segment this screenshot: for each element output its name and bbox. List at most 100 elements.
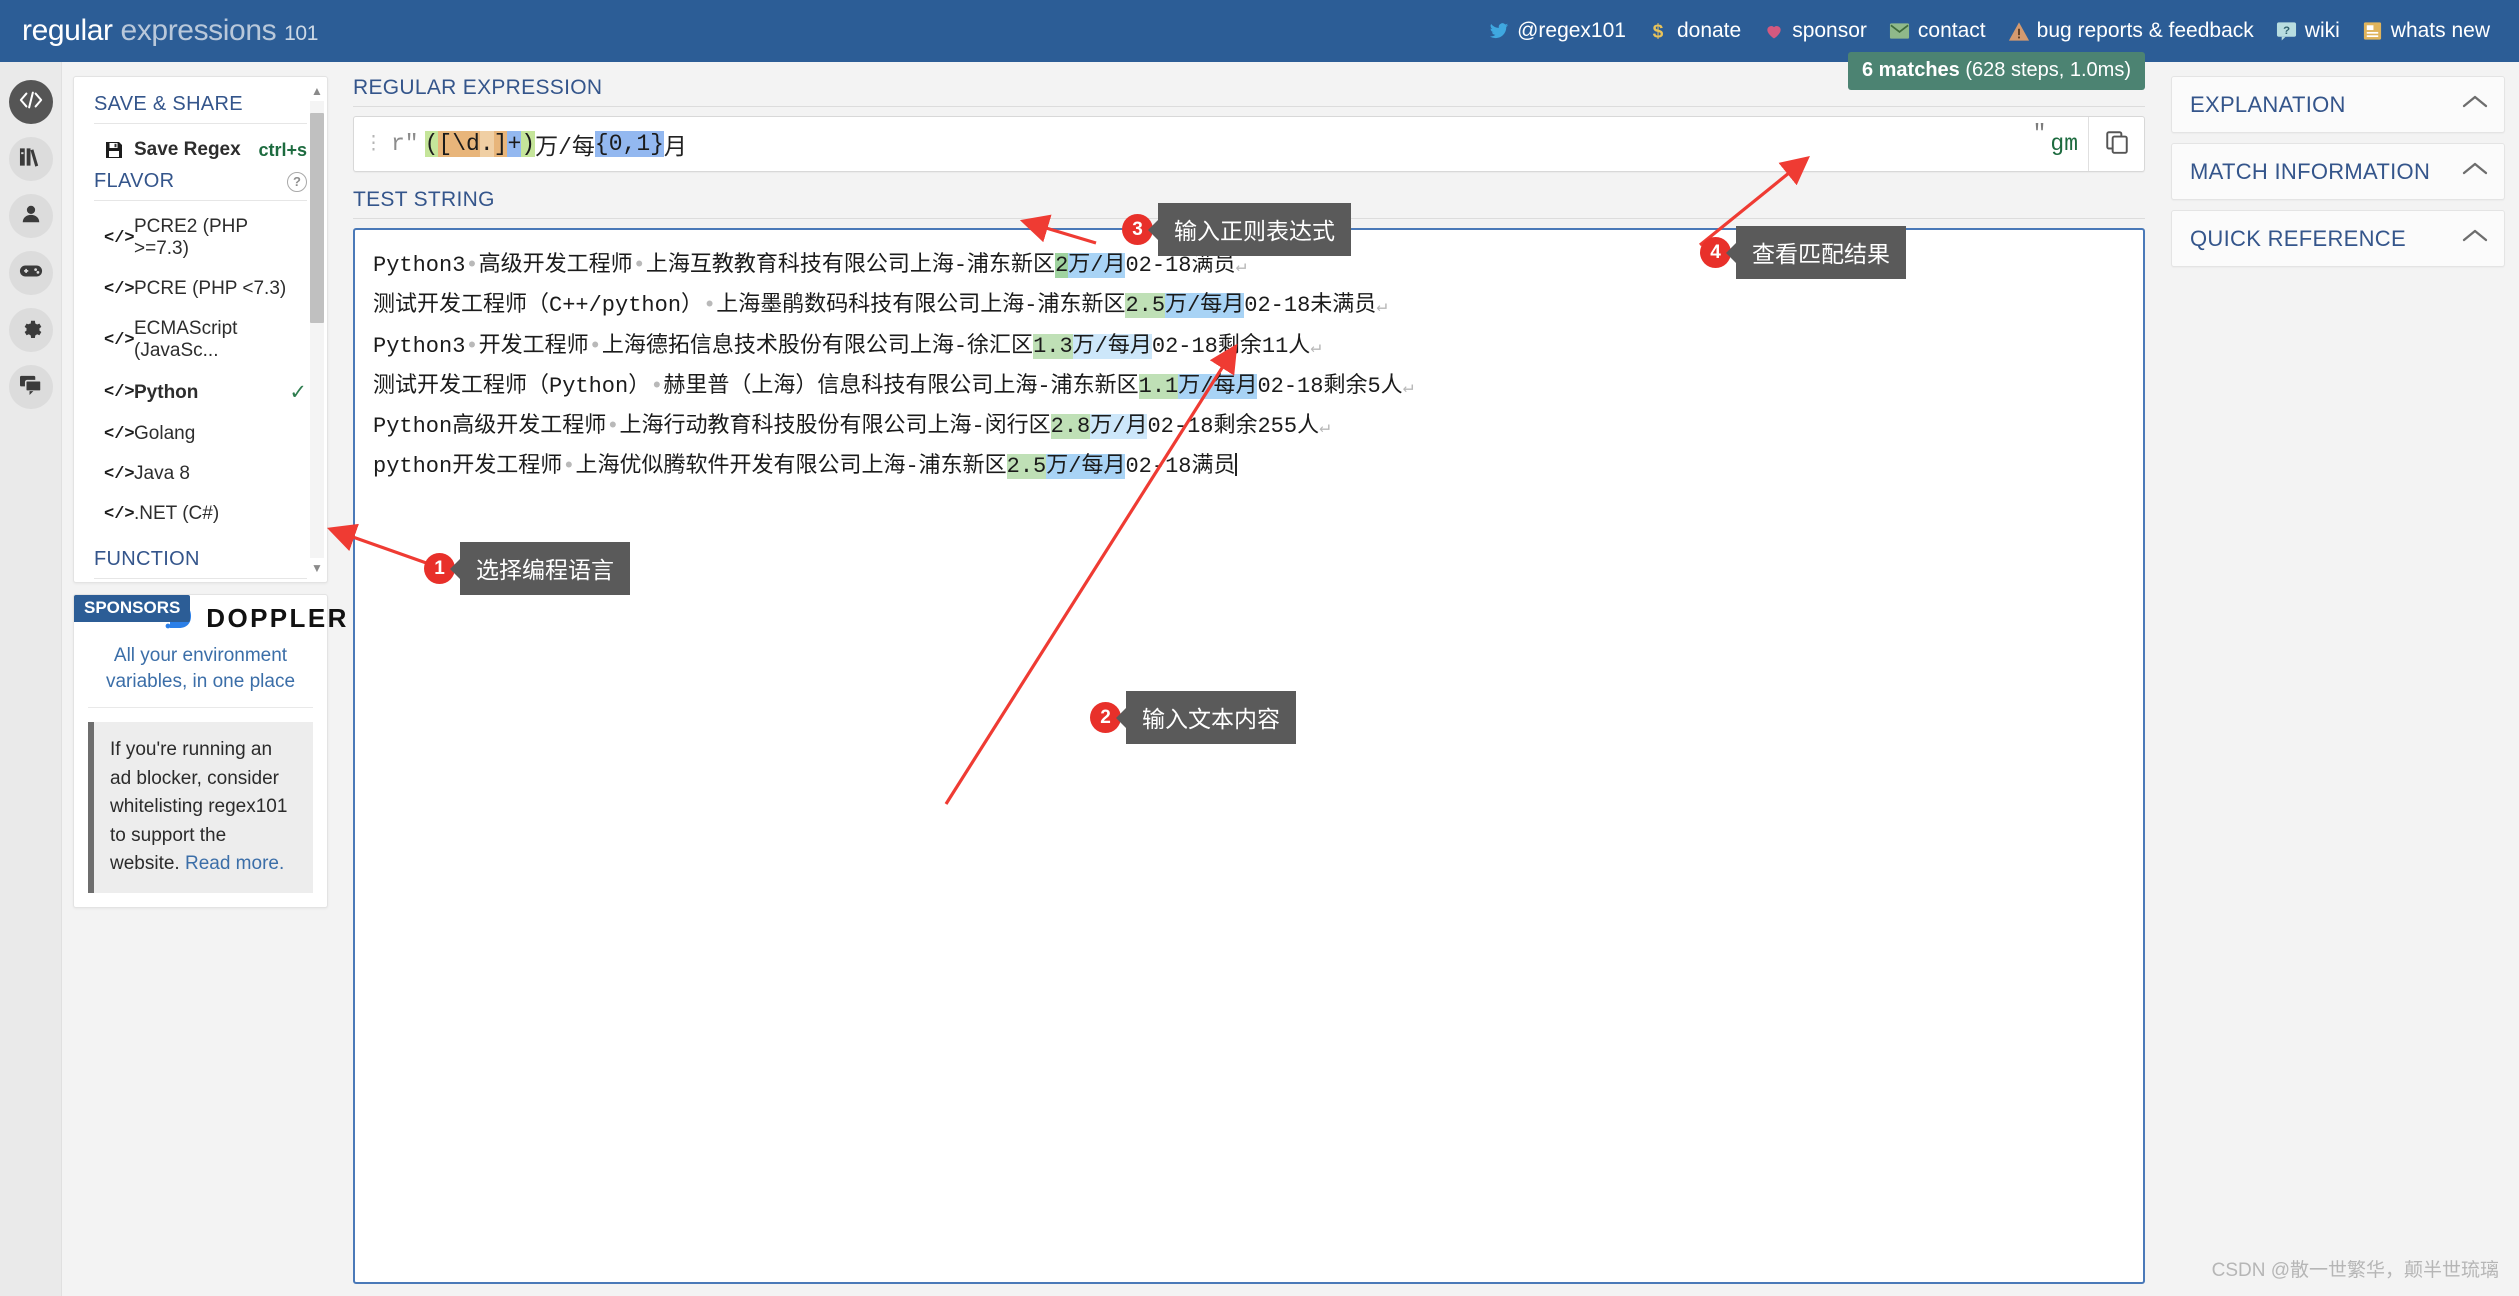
line-mid2: 赫里普（上海）信息科技有限公司上海-浦东新区 [663, 373, 1139, 399]
logo-word-expressions: expressions [120, 14, 277, 47]
copy-regex-button[interactable] [2088, 117, 2144, 171]
adblock-read-more-link[interactable]: Read more. [185, 853, 284, 874]
line-post: 02-18剩余11人 [1151, 333, 1311, 359]
code-icon: </> [104, 228, 135, 248]
flavor-item-java8[interactable]: </> Java 8 [74, 454, 327, 494]
regex-flags-area[interactable]: " gm [2033, 117, 2088, 171]
panel-quick-reference[interactable]: QUICK REFERENCE [2171, 210, 2505, 267]
code-icon: </> [104, 424, 135, 444]
function-heading: FUNCTION [94, 548, 200, 570]
separator-dot: • [632, 253, 646, 278]
save-regex-button[interactable]: Save Regex ctrl+s [74, 130, 327, 170]
chevron-up-icon[interactable] [2462, 94, 2488, 115]
nav-item-wiki[interactable]: ? wiki [2265, 19, 2351, 43]
line-mid1: 开发工程师 [478, 333, 589, 359]
regex-input-box[interactable]: ⋮ r" ([\d.] +) 万/每 {0,1} 月 " gm [353, 116, 2145, 172]
divider [88, 707, 313, 709]
sponsors-card: SPONSORS DOPPLER All your environment va… [73, 594, 346, 908]
regex-token: 万/每 [535, 135, 595, 161]
rail-chat-icon-button[interactable] [8, 365, 53, 409]
news-icon [2362, 20, 2384, 42]
match-group-number: 1.1 [1138, 373, 1179, 399]
nav-label-bug-reports: bug reports & feedback [2036, 19, 2254, 42]
flavor-heading-row: FLAVOR ? [74, 170, 327, 200]
code-icon: </> [104, 330, 135, 350]
nav-item-sponsor[interactable]: sponsor [1752, 19, 1878, 43]
regex-flags[interactable]: gm [2050, 131, 2078, 157]
flavor-item-golang[interactable]: </> Golang [74, 414, 327, 454]
top-navigation: @regex101 $ donate sponsor contact bug r… [1477, 19, 2501, 43]
newline-mark-icon: ↵ [1376, 297, 1388, 318]
save-share-heading: SAVE & SHARE [94, 93, 243, 115]
separator-dot: • [465, 333, 479, 359]
rail-gamepad-icon-button[interactable] [8, 251, 53, 295]
rail-code-icon-button[interactable] [8, 80, 53, 124]
nav-label-sponsor: sponsor [1792, 19, 1867, 42]
chevron-up-icon[interactable] [2462, 228, 2488, 249]
divider [94, 123, 307, 124]
flavor-label: Python [134, 381, 199, 403]
help-icon[interactable]: ? [287, 171, 307, 192]
nav-item-bug-reports[interactable]: bug reports & feedback [1997, 19, 2265, 43]
panel-title: EXPLANATION [2190, 91, 2346, 117]
rail-library-icon-button[interactable] [8, 137, 53, 181]
panel-explanation[interactable]: EXPLANATION [2171, 76, 2505, 133]
newline-mark-icon: ↵ [1235, 257, 1247, 277]
flavor-item-ecmascript[interactable]: </> ECMAScript (JavaSc... [74, 309, 327, 371]
question-icon: ? [2276, 20, 2298, 42]
flavor-item-dotnet[interactable]: </> .NET (C#) [74, 494, 327, 534]
regex-prefix: r" [391, 131, 419, 157]
annotation-2: 2 输入文本内容 [1090, 691, 1296, 744]
line-post: 02-18未满员 [1244, 293, 1377, 319]
line-pre: python [373, 454, 453, 480]
flavor-item-pcre[interactable]: </> PCRE (PHP <7.3) [74, 269, 327, 309]
drag-handle-icon[interactable]: ⋮ [364, 134, 383, 153]
sidebar-scrollbar[interactable]: ▲ ▼ [310, 83, 324, 576]
scrollbar-thumb[interactable] [310, 113, 324, 323]
test-string-line: 测试开发工程师（C++/python）•上海墨鹃数码科技有限公司上海-浦东新区2… [373, 286, 2125, 326]
flavor-label: Java 8 [134, 463, 190, 484]
logo-word-regular: regular [22, 14, 113, 47]
code-icon: </> [104, 504, 135, 524]
chevron-up-icon[interactable] [2462, 161, 2488, 182]
match-count-value: 6 matches [1861, 59, 1960, 81]
panel-match-information[interactable]: MATCH INFORMATION [2171, 143, 2505, 200]
regex-token: {0,1} [594, 131, 664, 157]
separator-dot: • [562, 454, 576, 480]
site-logo[interactable]: regular expressions 101 [22, 14, 318, 48]
match-count-badge[interactable]: 6 matches (628 steps, 1.0ms) [1847, 52, 2145, 90]
test-string-input[interactable]: Python3•高级开发工程师•上海互教教育科技有限公司上海-浦东新区2万/月0… [353, 228, 2145, 1284]
save-share-flavor-panel: SAVE & SHARE Save Regex ctrl+s FLAVOR ? … [73, 76, 328, 583]
line-pre: 测试开发工程师（Python） [373, 373, 651, 399]
annotation-text: 输入文本内容 [1126, 691, 1296, 744]
divider [353, 106, 2145, 107]
nav-item-twitter[interactable]: @regex101 [1477, 19, 1637, 43]
test-string-line: Python3•开发工程师•上海德拓信息技术股份有限公司上海-徐汇区1.3万/每… [373, 327, 2125, 367]
account-icon [20, 203, 42, 230]
check-icon: ✓ [289, 381, 307, 404]
scroll-down-arrow-icon[interactable]: ▼ [310, 560, 324, 576]
flavor-label: PCRE (PHP <7.3) [134, 278, 287, 299]
nav-item-donate[interactable]: $ donate [1637, 19, 1752, 43]
divider [94, 578, 307, 579]
scroll-up-arrow-icon[interactable]: ▲ [310, 83, 324, 99]
flavor-label: Golang [134, 423, 196, 444]
regex-token: + [507, 131, 522, 157]
twitter-icon [1488, 20, 1510, 42]
annotation-text: 选择编程语言 [460, 542, 630, 595]
mail-icon [1889, 20, 1911, 42]
flavor-item-pcre2[interactable]: </> PCRE2 (PHP >=7.3) [74, 207, 327, 269]
nav-item-contact[interactable]: contact [1878, 19, 1997, 43]
match-unit: 万/每月 [1046, 454, 1126, 480]
annotation-1: 1 选择编程语言 [424, 542, 630, 595]
rail-gear-icon-button[interactable] [8, 308, 53, 352]
match-group-number: 1.3 [1033, 333, 1073, 359]
rail-account-icon-button[interactable] [8, 194, 53, 238]
match-unit: 万/每月 [1178, 373, 1258, 399]
nav-item-whats-new[interactable]: whats new [2351, 19, 2501, 43]
flavor-item-python[interactable]: </> Python ✓ [74, 371, 327, 414]
regex-input[interactable]: ⋮ r" ([\d.] +) 万/每 {0,1} 月 [354, 117, 2033, 171]
test-string-line: python开发工程师•上海优似腾软件开发有限公司上海-浦东新区2.5万/每月0… [373, 447, 2125, 487]
nav-label-donate: donate [1676, 19, 1742, 42]
logo-word-101: 101 [284, 22, 318, 45]
